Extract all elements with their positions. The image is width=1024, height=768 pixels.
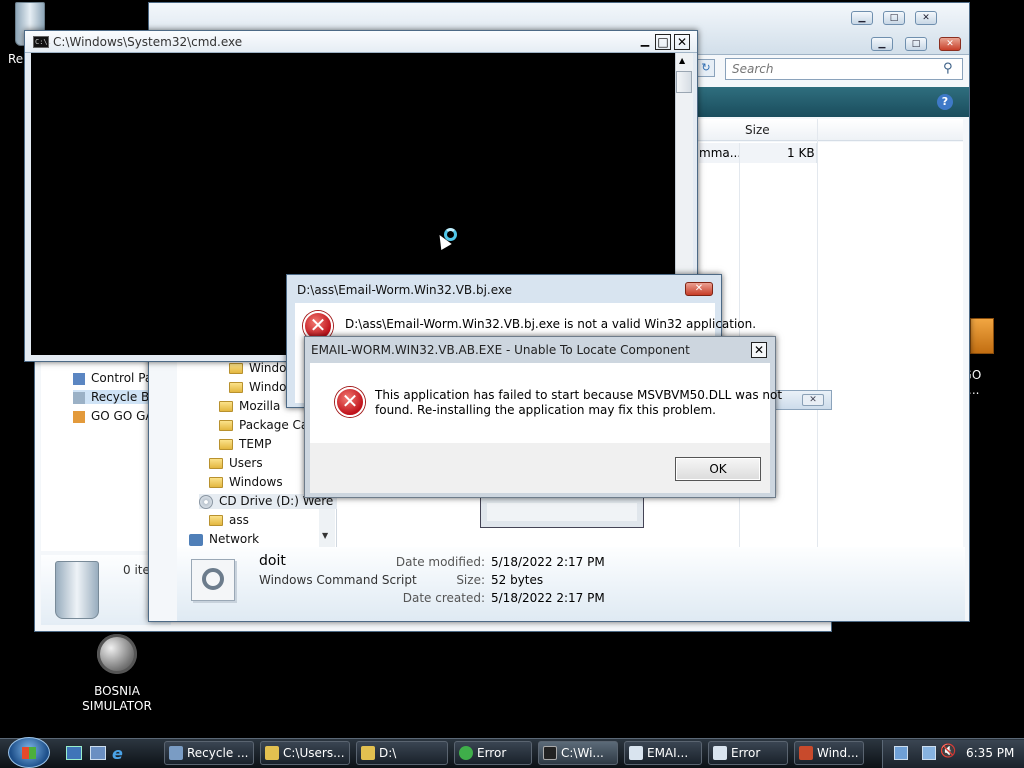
details-modified-value: 5/18/2022 2:17 PM <box>491 555 605 569</box>
network-tray-icon[interactable] <box>894 746 908 760</box>
control-panel-item[interactable]: Control Pa <box>73 371 152 385</box>
taskbar-button-d-drive[interactable]: D:\ <box>356 741 448 765</box>
ok-button[interactable]: OK <box>675 457 761 481</box>
error-dialog-unable-to-locate[interactable]: EMAIL-WORM.WIN32.VB.AB.EXE - Unable To L… <box>304 336 782 498</box>
background-dialog-close-icon[interactable]: ✕ <box>802 394 824 406</box>
taskbar-button-cmd[interactable]: C:\Wi... <box>538 741 618 765</box>
refresh-icon[interactable]: ↻ <box>697 59 715 77</box>
cmd-close-button[interactable]: ✕ <box>674 34 690 50</box>
show-desktop-icon[interactable] <box>66 746 82 760</box>
taskbar-button-error-2[interactable]: Error <box>708 741 788 765</box>
switch-windows-icon[interactable] <box>90 746 106 760</box>
details-created-label: Date created: <box>402 591 485 605</box>
tree-item-package-cache[interactable]: Package Ca <box>219 418 308 432</box>
busy-ring-icon <box>444 228 457 241</box>
go-go-gadget-item[interactable]: GO GO GA <box>73 409 154 423</box>
search-input[interactable] <box>725 58 963 80</box>
dialog2-message-line2: found. Re-installing the application may… <box>375 403 716 417</box>
folder-taskbar-icon <box>361 746 375 760</box>
size-column-header[interactable]: Size <box>745 123 770 137</box>
bosnia-simulator-desktop-icon[interactable]: BOSNIA SIMULATOR <box>72 634 162 714</box>
spiked-mine-icon <box>97 634 137 674</box>
item-count-text: 0 ite <box>123 563 150 577</box>
folder-icon <box>219 420 233 431</box>
file-row-size: 1 KB <box>787 146 815 160</box>
folder-icon <box>219 439 233 450</box>
search-icon[interactable]: ⚲ <box>943 61 953 76</box>
network-icon <box>189 533 203 546</box>
dialog2-message-line1: This application has failed to start bec… <box>375 388 783 402</box>
clock[interactable]: 6:35 PM <box>966 746 1014 760</box>
gift-box-icon <box>970 318 994 354</box>
cmd-title: C:\Windows\System32\cmd.exe <box>53 35 243 49</box>
cmd-minimize-button[interactable]: ▁ <box>637 34 653 50</box>
display-tray-icon[interactable] <box>922 746 936 760</box>
details-size-label: Size: <box>456 573 485 587</box>
application-taskbar-icon <box>799 746 813 760</box>
folder-icon <box>209 477 223 488</box>
taskbar-button-email[interactable]: EMAI... <box>624 741 702 765</box>
tree-item-windo-1[interactable]: Windo <box>229 361 287 375</box>
tree-item-windows[interactable]: Windows <box>209 475 283 489</box>
tree-item-network[interactable]: Network <box>189 532 259 546</box>
folder-icon <box>209 458 223 469</box>
cmd-app-icon: C:\. <box>33 36 52 48</box>
background-window-stack <box>480 496 644 528</box>
dialog2-error-icon: ✕ <box>335 387 365 417</box>
folder-icon <box>219 401 233 412</box>
upper-maximize-button[interactable]: □ <box>883 11 905 25</box>
gift-small-icon <box>73 410 85 423</box>
bosnia-simulator-label: BOSNIA SIMULATOR <box>82 684 152 713</box>
xbox-taskbar-icon <box>459 746 473 760</box>
tree-item-users[interactable]: Users <box>209 456 263 470</box>
details-created-value: 5/18/2022 2:17 PM <box>491 591 605 605</box>
control-panel-icon <box>73 372 85 385</box>
folder-taskbar-icon <box>265 746 279 760</box>
cmd-scroll-up-icon[interactable]: ▲ <box>679 56 685 65</box>
cmd-scroll-thumb[interactable] <box>676 71 692 93</box>
dialog2-close-button[interactable]: ✕ <box>751 342 767 358</box>
window-taskbar-icon <box>629 746 643 760</box>
tree-item-mozilla[interactable]: Mozilla <box>219 399 280 413</box>
size-column-divider-right <box>817 119 818 549</box>
start-button[interactable] <box>8 737 50 768</box>
script-file-icon <box>191 559 235 601</box>
details-size-value: 52 bytes <box>491 573 544 587</box>
cmd-taskbar-icon <box>543 746 557 760</box>
volume-muted-icon[interactable]: 🔇 <box>940 744 956 759</box>
upper-minimize-button[interactable]: ▁ <box>851 11 873 25</box>
cd-drive-icon <box>199 494 213 509</box>
internet-explorer-icon[interactable]: e <box>112 744 123 763</box>
taskbar-button-error-1[interactable]: Error <box>454 741 532 765</box>
taskbar-button-wind[interactable]: Wind... <box>794 741 864 765</box>
details-modified-label: Date modified: <box>395 555 485 569</box>
tree-item-ass[interactable]: ass <box>209 513 249 527</box>
gear-icon <box>202 568 224 590</box>
window-taskbar-icon <box>713 746 727 760</box>
dialog1-message: D:\ass\Email-Worm.Win32.VB.bj.exe is not… <box>345 317 757 331</box>
windows-logo-icon <box>22 747 36 759</box>
folder-icon <box>229 382 243 393</box>
recycle-bin-small-icon <box>73 391 85 404</box>
file-row-name: mma... <box>699 146 742 160</box>
front-close-button[interactable]: ✕ <box>939 37 961 51</box>
details-name: doit <box>259 553 286 569</box>
tree-item-temp[interactable]: TEMP <box>219 437 272 451</box>
recycle-bin-large-icon <box>55 561 99 619</box>
folder-icon <box>229 363 243 374</box>
help-icon[interactable]: ? <box>937 94 953 110</box>
dialog1-title: D:\ass\Email-Worm.Win32.VB.bj.exe <box>297 283 513 297</box>
dialog2-title: EMAIL-WORM.WIN32.VB.AB.EXE - Unable To L… <box>311 343 690 357</box>
cmd-maximize-button[interactable]: □ <box>655 34 671 50</box>
dialog1-close-button[interactable]: ✕ <box>685 282 713 296</box>
tree-item-windo-2[interactable]: Windo <box>229 380 287 394</box>
taskbar-button-c-users[interactable]: C:\Users... <box>260 741 350 765</box>
tree-scroll-down-icon[interactable]: ▼ <box>322 531 328 540</box>
recycle-bin-taskbar-icon <box>169 746 183 760</box>
folder-icon <box>209 515 223 526</box>
taskbar-button-recycle[interactable]: Recycle ... <box>164 741 254 765</box>
front-maximize-button[interactable]: □ <box>905 37 927 51</box>
upper-close-button[interactable]: ✕ <box>915 11 937 25</box>
front-minimize-button[interactable]: ▁ <box>871 37 893 51</box>
